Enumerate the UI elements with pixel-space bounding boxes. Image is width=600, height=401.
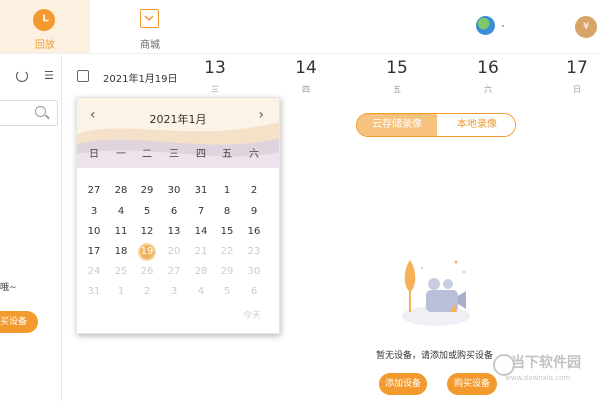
calendar-date-cell[interactable]: 2 xyxy=(138,283,156,301)
watermark-title: 当下软件园 xyxy=(511,355,581,371)
calendar-date-cell[interactable]: 23 xyxy=(245,243,263,261)
calendar-date-cell[interactable]: 1 xyxy=(112,283,130,301)
calendar-date-cell[interactable]: 6 xyxy=(245,283,263,301)
calendar-header: ‹ 2021年1月 › 日一二三四五六 xyxy=(77,98,279,168)
calendar-icon[interactable] xyxy=(77,70,89,82)
calendar-date-cell[interactable]: 6 xyxy=(165,203,183,221)
clock-icon xyxy=(33,9,55,31)
day-number: 17 xyxy=(566,58,588,78)
calendar-popup: ‹ 2021年1月 › 日一二三四五六 27 28 29 30 31 1 2 3 4 5 6 7 8 9 1… xyxy=(76,97,280,334)
calendar-date-cell[interactable]: 15 xyxy=(218,223,236,241)
nav-tab-shop-label: 商城 xyxy=(140,40,160,51)
calendar-month-title: 2021年1月 xyxy=(149,113,207,126)
day-column-1[interactable]: 14 四 xyxy=(286,58,326,95)
calendar-date-cell[interactable]: 28 xyxy=(192,263,210,281)
calendar-date-cell[interactable]: 31 xyxy=(192,182,210,200)
shop-chevron-icon xyxy=(140,9,159,28)
calendar-date-cell[interactable]: 25 xyxy=(112,263,130,281)
calendar-date-cell[interactable]: 29 xyxy=(138,182,156,200)
coin-icon[interactable]: ¥ xyxy=(575,16,597,38)
calendar-date-cell[interactable]: 28 xyxy=(112,182,130,200)
calendar-date-cell[interactable]: 5 xyxy=(138,203,156,221)
day-weekday: 日 xyxy=(573,85,581,94)
day-weekday: 五 xyxy=(393,85,401,94)
calendar-date-cell[interactable]: 8 xyxy=(218,203,236,221)
calendar-date-cell[interactable]: 3 xyxy=(165,283,183,301)
calendar-today-button[interactable]: 今天 xyxy=(243,308,261,321)
local-recording-tab[interactable]: 本地录像 xyxy=(437,114,515,136)
calendar-date-cell[interactable]: 27 xyxy=(85,182,103,200)
device-search-input[interactable] xyxy=(0,100,58,126)
weekday-label: 日 xyxy=(89,149,99,160)
calendar-date-cell[interactable]: 22 xyxy=(218,243,236,261)
weekday-label: 三 xyxy=(169,149,179,160)
calendar-date-cell[interactable]: 21 xyxy=(192,243,210,261)
date-picker-value[interactable]: 2021年1月19日 xyxy=(103,70,178,85)
calendar-date-cell[interactable]: 7 xyxy=(192,203,210,221)
avatar-status-dot xyxy=(502,25,504,27)
calendar-date-cell[interactable]: 19 xyxy=(138,243,156,261)
day-number: 14 xyxy=(295,58,317,78)
calendar-date-cell[interactable]: 20 xyxy=(165,243,183,261)
buy-device-button[interactable]: 购买设备 xyxy=(447,373,497,395)
calendar-date-cell[interactable]: 26 xyxy=(138,263,156,281)
day-weekday: 四 xyxy=(302,85,310,94)
calendar-date-cell[interactable]: 10 xyxy=(85,223,103,241)
day-column-4[interactable]: 17 日 xyxy=(557,58,597,95)
calendar-date-cell[interactable]: 16 xyxy=(245,223,263,241)
calendar-date-cell[interactable]: 30 xyxy=(245,263,263,281)
day-weekday: 三 xyxy=(211,85,219,94)
weekday-label: 四 xyxy=(196,149,206,160)
calendar-date-cell[interactable]: 14 xyxy=(192,223,210,241)
weekday-label: 六 xyxy=(249,149,259,160)
day-number: 16 xyxy=(477,58,499,78)
watermark-url: www.downxia.com xyxy=(505,374,571,382)
day-number: 13 xyxy=(204,58,226,78)
calendar-date-cell[interactable]: 4 xyxy=(192,283,210,301)
user-avatar[interactable] xyxy=(476,16,495,35)
refresh-icon[interactable] xyxy=(16,70,28,82)
empty-camera-illustration xyxy=(402,260,470,326)
calendar-date-cell[interactable]: 9 xyxy=(245,203,263,221)
list-view-icon[interactable]: ☰ xyxy=(44,70,54,82)
calendar-next-month-button[interactable]: › xyxy=(258,107,264,123)
calendar-date-cell[interactable]: 30 xyxy=(165,182,183,200)
calendar-date-cell[interactable]: 12 xyxy=(138,223,156,241)
calendar-date-cell[interactable]: 17 xyxy=(85,243,103,261)
calendar-date-cell[interactable]: 13 xyxy=(165,223,183,241)
day-column-3[interactable]: 16 六 xyxy=(468,58,508,95)
device-side-panel: ☰ 哦~ 买设备 xyxy=(0,54,62,401)
weekday-label: 二 xyxy=(142,149,152,160)
day-weekday: 六 xyxy=(484,85,492,94)
empty-state-message: 暂无设备，请添加或购买设备 xyxy=(376,351,494,361)
calendar-date-cell[interactable]: 2 xyxy=(245,182,263,200)
calendar-date-cell[interactable]: 5 xyxy=(218,283,236,301)
calendar-date-cell[interactable]: 18 xyxy=(112,243,130,261)
calendar-date-cell[interactable]: 24 xyxy=(85,263,103,281)
top-nav-bar: 回放 商城 ¥ xyxy=(0,0,600,54)
calendar-date-cell[interactable]: 1 xyxy=(218,182,236,200)
side-empty-text: 哦~ xyxy=(0,283,17,293)
nav-tab-playback-label: 回放 xyxy=(35,40,55,51)
calendar-date-cell[interactable]: 11 xyxy=(112,223,130,241)
calendar-date-cell[interactable]: 4 xyxy=(112,203,130,221)
nav-tab-playback[interactable]: 回放 xyxy=(0,0,90,53)
add-device-button[interactable]: 添加设备 xyxy=(379,373,427,395)
side-buy-device-button[interactable]: 买设备 xyxy=(0,311,38,333)
day-column-2[interactable]: 15 五 xyxy=(377,58,417,95)
site-watermark: 当下软件园 www.downxia.com xyxy=(493,352,593,396)
calendar-date-cell[interactable]: 27 xyxy=(165,263,183,281)
weekday-label: 一 xyxy=(116,149,126,160)
calendar-date-cell[interactable]: 31 xyxy=(85,283,103,301)
search-icon[interactable] xyxy=(35,106,46,117)
calendar-date-cell[interactable]: 3 xyxy=(85,203,103,221)
day-column-0[interactable]: 13 三 xyxy=(195,58,235,95)
cloud-recording-tab[interactable]: 云存储录像 xyxy=(357,114,437,136)
calendar-date-cell[interactable]: 29 xyxy=(218,263,236,281)
day-number: 15 xyxy=(386,58,408,78)
weekday-label: 五 xyxy=(222,149,232,160)
recording-source-toggle: 云存储录像 本地录像 xyxy=(356,113,516,137)
